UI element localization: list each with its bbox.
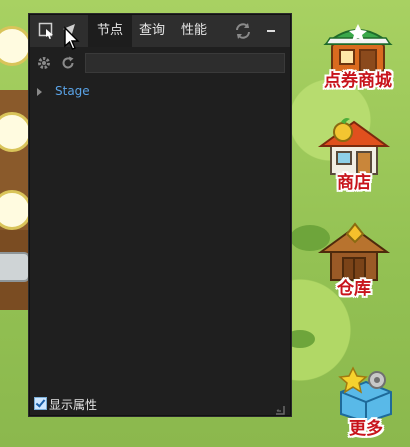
tree-node-stage[interactable]: Stage [30, 83, 290, 101]
more-button[interactable]: 更多 [318, 362, 410, 438]
warehouse-button[interactable]: 仓库 [306, 220, 402, 298]
sync-icon[interactable] [233, 21, 253, 41]
tab-query[interactable]: 查询 [130, 15, 174, 47]
select-element-icon[interactable] [38, 22, 56, 40]
shop-button[interactable]: 商店 [306, 114, 402, 192]
shop-stall-icon [323, 24, 393, 73]
panel-footer: 显示属性 [30, 395, 290, 415]
expand-caret-icon[interactable] [37, 88, 42, 96]
minimize-button[interactable] [263, 23, 279, 39]
tab-performance[interactable]: 性能 [172, 15, 216, 47]
shop-label: 商店 [337, 173, 371, 193]
show-properties-label[interactable]: 显示属性 [49, 396, 97, 413]
gear-icon[interactable] [36, 55, 52, 71]
minimize-icon [267, 30, 275, 32]
coupon-mall-label: 点券商城 [324, 71, 392, 91]
show-properties-checkbox[interactable] [34, 397, 47, 410]
search-input[interactable] [85, 53, 285, 73]
warehouse-label: 仓库 [337, 279, 371, 299]
tree-node-label[interactable]: Stage [55, 84, 90, 98]
node-tree: Stage [30, 83, 290, 101]
more-box-icon [338, 366, 392, 424]
shop-house-icon [317, 118, 391, 175]
debug-inspector-panel: 节点 查询 性能 Stage 显示属性 [29, 14, 291, 416]
warehouse-icon [317, 222, 391, 281]
refresh-icon[interactable] [60, 55, 76, 71]
coupon-mall-button[interactable]: 点券商城 [310, 14, 406, 90]
more-label: 更多 [349, 419, 383, 439]
tab-nodes[interactable]: 节点 [88, 15, 133, 47]
panel-toolbar [30, 51, 290, 75]
mouse-cursor-icon [64, 26, 80, 50]
stone-decoration [0, 252, 30, 282]
resize-handle-icon[interactable] [275, 400, 285, 415]
